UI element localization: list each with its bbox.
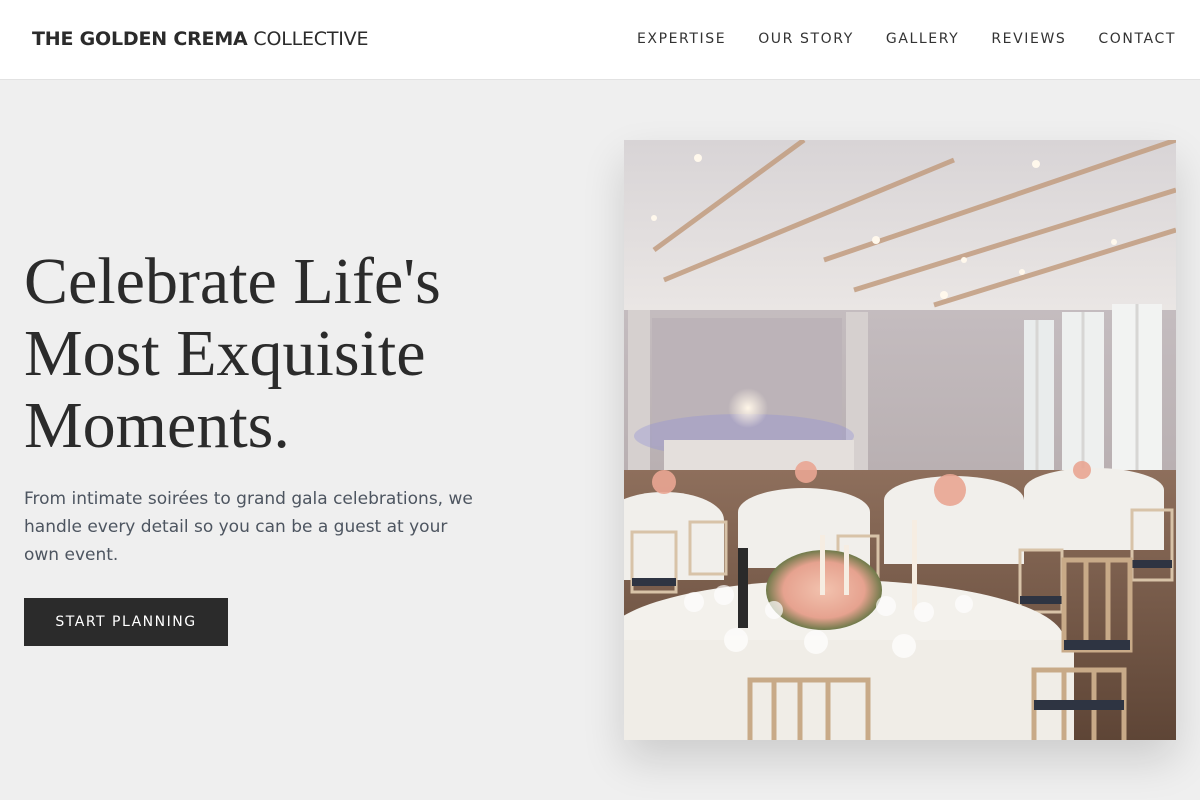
site-header: THE GOLDEN CREMA COLLECTIVE EXPERTISE OU… (0, 0, 1200, 80)
start-planning-button[interactable]: START PLANNING (24, 598, 228, 646)
hero-title-line-2: Most Exquisite (24, 317, 426, 390)
nav-link-expertise[interactable]: EXPERTISE (637, 31, 726, 47)
hero-title: Celebrate Life's Most Exquisite Moments. (24, 246, 584, 462)
nav-link-our-story[interactable]: OUR STORY (758, 31, 854, 47)
brand-name-light: COLLECTIVE (253, 28, 369, 50)
main-nav: EXPERTISE OUR STORY GALLERY REVIEWS CONT… (637, 31, 1176, 47)
hero-banquet-photo (624, 140, 1176, 740)
brand-name-bold: THE GOLDEN CREMA (32, 28, 248, 50)
brand-logo[interactable]: THE GOLDEN CREMA COLLECTIVE (32, 28, 368, 50)
nav-link-contact[interactable]: CONTACT (1098, 31, 1176, 47)
hero-title-line-1: Celebrate Life's (24, 245, 441, 318)
nav-link-gallery[interactable]: GALLERY (886, 31, 959, 47)
hero-subtitle: From intimate soirées to grand gala cele… (24, 489, 473, 565)
hero-title-line-3: Moments. (24, 389, 290, 462)
nav-link-reviews[interactable]: REVIEWS (991, 31, 1066, 47)
